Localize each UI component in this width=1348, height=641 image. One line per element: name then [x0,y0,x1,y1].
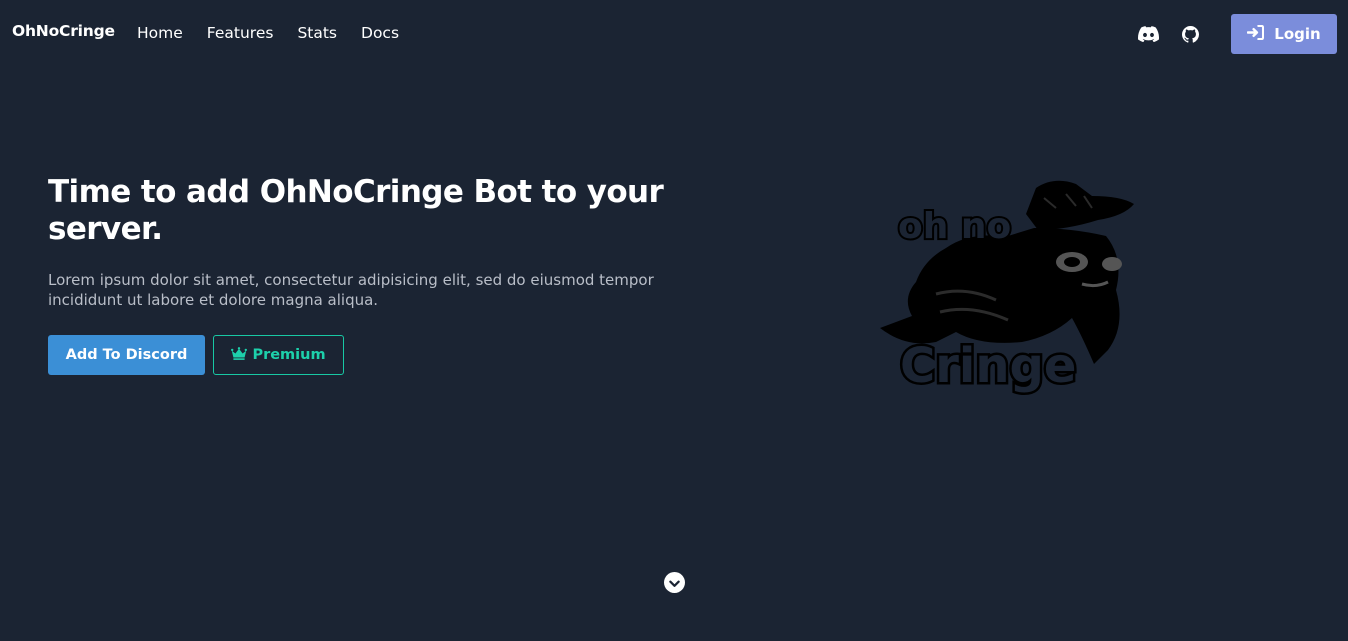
login-button[interactable]: Login [1231,14,1337,54]
discord-icon[interactable] [1137,23,1159,45]
premium-button[interactable]: Premium [213,335,344,375]
sign-in-icon [1247,24,1265,44]
hero-title: Time to add OhNoCringe Bot to your serve… [48,174,664,247]
crown-icon [231,346,248,364]
logo-text-top: oh no [898,206,1011,247]
hero-buttons: Add To Discord Premium [48,335,344,375]
nav-link-features[interactable]: Features [207,22,274,44]
nav-right: Login [1137,14,1337,54]
hero-description: Lorem ipsum dolor sit amet, consectetur … [48,271,654,309]
logo-text-bottom: Cringe [900,338,1076,394]
nav-link-docs[interactable]: Docs [361,22,399,44]
nav-link-home[interactable]: Home [137,22,183,44]
login-label: Login [1274,25,1321,43]
navbar: OhNoCringe Home Features Stats Docs Logi… [0,0,1348,66]
nav-link-stats[interactable]: Stats [297,22,337,44]
brand-link[interactable]: OhNoCringe [12,22,115,40]
github-icon[interactable] [1179,23,1201,45]
ohnocringe-logo: oh no Cringe [880,180,1134,397]
premium-label: Premium [252,347,326,363]
scroll-down-button[interactable] [664,572,685,593]
add-to-discord-button[interactable]: Add To Discord [48,335,205,375]
chevron-down-icon [669,573,680,592]
nav-links: Home Features Stats Docs [137,22,423,44]
